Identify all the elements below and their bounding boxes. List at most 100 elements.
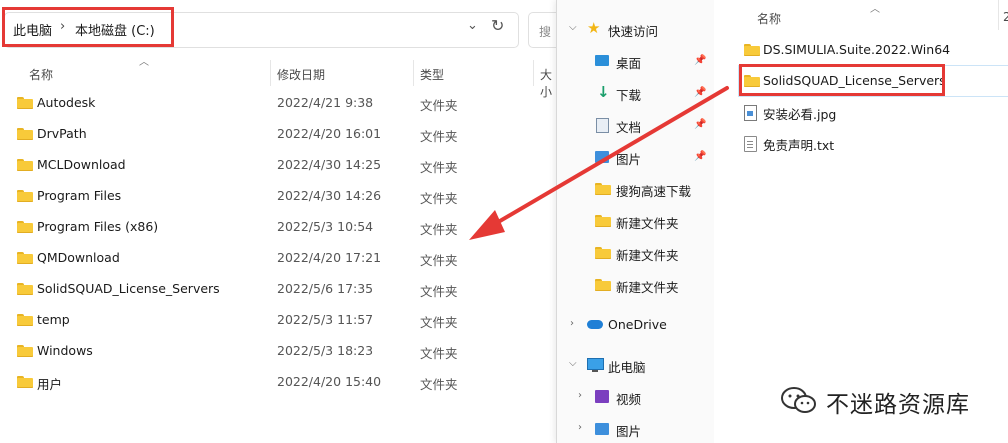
folder-icon <box>595 215 611 227</box>
nav-item[interactable]: 新建文件夹 <box>557 271 714 299</box>
folder-icon-wrap <box>17 252 33 264</box>
column-divider[interactable] <box>413 60 414 86</box>
nav-item[interactable]: 桌面 📌 <box>557 47 714 75</box>
nav-item-label: 桌面 <box>616 56 642 71</box>
nav-item[interactable]: ↓ 下载 📌 <box>557 79 714 107</box>
sort-ascending-icon: ︿ <box>870 4 880 15</box>
table-row[interactable]: DrvPath 2022/4/20 16:01 文件夹 <box>0 119 556 150</box>
pictures-icon <box>595 422 611 436</box>
file-icon-wrap <box>744 136 757 152</box>
table-row[interactable]: QMDownload 2022/4/20 17:21 文件夹 <box>0 243 556 274</box>
folder-icon <box>17 190 33 202</box>
folder-icon <box>595 247 611 259</box>
list-item[interactable]: DS.SIMULIA.Suite.2022.Win64 <box>714 35 1008 66</box>
nav-item[interactable]: › 视频 <box>557 383 714 411</box>
download-icon: ↓ <box>597 83 610 101</box>
file-name: MCLDownload <box>37 157 126 172</box>
file-name: Windows <box>37 343 93 358</box>
nav-item[interactable]: ⌵ 此电脑 <box>557 351 714 379</box>
pictures-icon <box>595 150 611 164</box>
column-divider[interactable] <box>270 60 271 86</box>
file-date: 2022/4/20 16:01 <box>277 126 382 141</box>
folder-icon-wrap <box>17 221 33 233</box>
nav-item[interactable]: 新建文件夹 <box>557 207 714 235</box>
nav-item-label: 图片 <box>616 152 642 167</box>
column-header-type[interactable]: 类型 <box>420 66 444 83</box>
nav-item[interactable]: › OneDrive <box>557 311 714 339</box>
folder-icon <box>595 214 611 228</box>
column-header-name[interactable]: 名称 <box>29 66 53 83</box>
document-icon <box>595 118 611 133</box>
file-name: 安装必看.jpg <box>763 107 837 122</box>
chevron-down-icon[interactable]: ⌵ <box>569 22 577 33</box>
file-name: Autodesk <box>37 95 96 110</box>
star-icon: ★ <box>587 19 601 37</box>
nav-item-label: 此电脑 <box>608 360 646 375</box>
folder-icon <box>17 97 33 109</box>
file-type: 文件夹 <box>420 315 458 330</box>
file-type: 文件夹 <box>420 129 458 144</box>
folder-icon-wrap <box>17 376 33 388</box>
file-date: 2022/5/6 17:35 <box>277 281 374 296</box>
refresh-icon[interactable]: ↻ <box>491 16 504 35</box>
table-row[interactable]: SolidSQUAD_License_Servers 2022/5/6 17:35… <box>0 274 556 305</box>
folder-icon <box>17 159 33 171</box>
column-divider[interactable] <box>998 0 999 30</box>
nav-item[interactable]: 搜狗高速下载 <box>557 175 714 203</box>
table-row[interactable]: Autodesk 2022/4/21 9:38 文件夹 <box>0 88 556 119</box>
column-header-date[interactable]: 修改日期 <box>277 66 325 83</box>
folder-icon <box>17 345 33 357</box>
nav-item-label: 新建文件夹 <box>616 280 679 295</box>
wechat-icon <box>781 387 816 413</box>
nav-item[interactable]: ⌵ ★ 快速访问 <box>557 15 714 43</box>
table-row[interactable]: temp 2022/5/3 11:57 文件夹 <box>0 305 556 336</box>
chevron-down-icon[interactable]: ⌄ <box>467 18 478 33</box>
nav-item-label: OneDrive <box>608 317 667 332</box>
file-date: 2022/5/3 18:23 <box>277 343 374 358</box>
folder-icon-wrap <box>17 159 33 171</box>
folder-icon <box>595 182 611 196</box>
nav-item[interactable]: 文档 📌 <box>557 111 714 139</box>
column-header-date[interactable]: 2 <box>1003 10 1008 24</box>
file-type: 文件夹 <box>420 346 458 361</box>
file-type: 文件夹 <box>420 160 458 175</box>
folder-icon <box>744 44 760 56</box>
chevron-right-icon[interactable]: › <box>570 318 574 329</box>
list-item[interactable]: 安装必看.jpg <box>714 97 1008 128</box>
cloud-icon <box>587 318 603 332</box>
selection-highlight-box <box>739 64 945 96</box>
column-divider[interactable] <box>533 60 534 86</box>
pin-icon: 📌 <box>694 55 707 66</box>
folder-icon <box>595 183 611 195</box>
table-row[interactable]: 用户 2022/4/20 15:40 文件夹 <box>0 367 556 398</box>
file-type: 文件夹 <box>420 284 458 299</box>
computer-icon <box>587 358 604 372</box>
list-item[interactable]: 免责声明.txt <box>714 128 1008 159</box>
file-date: 2022/4/20 17:21 <box>277 250 382 265</box>
chevron-right-icon[interactable]: › <box>578 390 582 401</box>
folder-icon-wrap <box>17 283 33 295</box>
file-name: Program Files <box>37 188 122 203</box>
nav-item[interactable]: › 图片 <box>557 415 714 443</box>
folder-icon-wrap <box>17 345 33 357</box>
nav-item[interactable]: 新建文件夹 <box>557 239 714 267</box>
table-row[interactable]: MCLDownload 2022/4/30 14:25 文件夹 <box>0 150 556 181</box>
folder-icon <box>17 252 33 264</box>
folder-icon-wrap <box>17 97 33 109</box>
file-date: 2022/4/21 9:38 <box>277 95 374 110</box>
pin-icon: 📌 <box>694 151 707 162</box>
chevron-right-icon[interactable]: › <box>578 422 582 433</box>
table-row[interactable]: Program Files (x86) 2022/5/3 10:54 文件夹 <box>0 212 556 243</box>
table-row[interactable]: Windows 2022/5/3 18:23 文件夹 <box>0 336 556 367</box>
folder-icon <box>595 278 611 292</box>
chevron-down-icon[interactable]: ⌵ <box>569 358 577 369</box>
nav-item[interactable]: 图片 📌 <box>557 143 714 171</box>
file-type: 文件夹 <box>420 98 458 113</box>
file-name: DS.SIMULIA.Suite.2022.Win64 <box>763 42 951 57</box>
folder-icon <box>595 246 611 260</box>
table-row[interactable]: Program Files 2022/4/30 14:26 文件夹 <box>0 181 556 212</box>
column-header-name[interactable]: 名称 <box>757 10 781 27</box>
file-name: DrvPath <box>37 126 87 141</box>
file-name: 免责声明.txt <box>763 138 835 153</box>
explorer-window-main: 此电脑 › 本地磁盘 (C:) ⌄ ↻ 搜 ︿ 名称 修改日期 类型 大小 Au… <box>0 0 570 443</box>
